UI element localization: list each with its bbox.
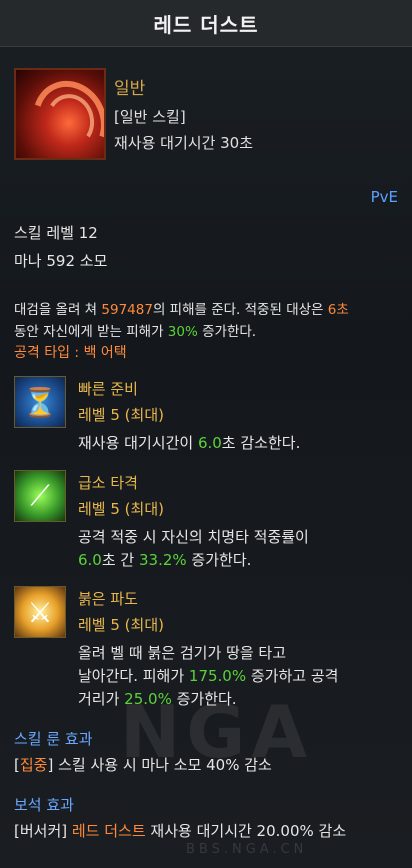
skill-level: 스킬 레벨 12 [14,224,98,242]
mana-cost: 마나 592 소모 [14,252,108,270]
rune-effect-header: 스킬 룬 효과 [14,730,93,748]
skill-title: 레드 더스트 [153,12,259,37]
damage-taken-percent: 30% [167,324,198,340]
pve-badge: PvE [370,188,398,206]
gem-effect-header: 보석 효과 [14,796,74,814]
debuff-duration: 6초 [327,302,349,318]
skill-tooltip: 레드 더스트 일반 [일반 스킬] 재사용 대기시간 30초 PvE 스킬 레벨… [0,0,412,868]
hourglass-arrow-icon: ⏳ [14,376,66,428]
tripod-name: 빠른 준비 [78,380,138,398]
red-dust-skill-icon [14,68,106,160]
rune-effect-line: [집중] 스킬 사용 시 마나 소모 40% 감소 [14,756,272,774]
skill-cooldown: 재사용 대기시간 30초 [114,134,254,152]
tripod-name: 붉은 파도 [78,590,138,608]
claw-slash-icon: ⟋ [14,470,66,522]
attack-type: 공격 타입 : 백 어택 [14,345,127,361]
rune-tag: 집중 [19,756,48,774]
tripod-level: 레벨 5 (최대) [78,406,164,424]
tripod-description: 재사용 대기시간이 6.0초 감소한다. [78,434,301,452]
tripod-name: 급소 타격 [78,474,138,492]
skill-type: [일반 스킬] [114,108,186,126]
tripod-vital-strike[interactable]: ⟋ 급소 타격 레벨 5 (최대) 공격 적중 시 자신의 치명타 적중률이 6… [14,470,398,580]
tripod-level: 레벨 5 (최대) [78,616,164,634]
tripod-description: 공격 적중 시 자신의 치명타 적중률이 6.0초 간 33.2% 증가한다. [78,528,309,569]
gem-effect-line: [버서커] 레드 더스트 재사용 대기시간 20.00% 감소 [14,822,347,840]
tooltip-titlebar: 레드 더스트 [0,0,412,47]
skill-description-line2: 동안 자신에게 받는 피해가 30% 증가한다. [14,324,257,340]
nga-watermark-url: BBS.NGA.CN [186,842,308,857]
damage-value: 597487 [101,302,153,318]
skill-header: 일반 [일반 스킬] 재사용 대기시간 30초 [14,68,398,188]
tripod-level: 레벨 5 (최대) [78,500,164,518]
gem-skill-name: 레드 더스트 [71,822,146,840]
sword-rays-icon: ⚔ [14,586,66,638]
skill-grade: 일반 [114,79,146,99]
skill-description-line1: 대검을 올려 쳐 597487의 피해를 준다. 적중된 대상은 6초 [14,302,349,318]
tripod-quick-prep[interactable]: ⏳ 빠른 준비 레벨 5 (최대) 재사용 대기시간이 6.0초 감소한다. [14,376,398,466]
